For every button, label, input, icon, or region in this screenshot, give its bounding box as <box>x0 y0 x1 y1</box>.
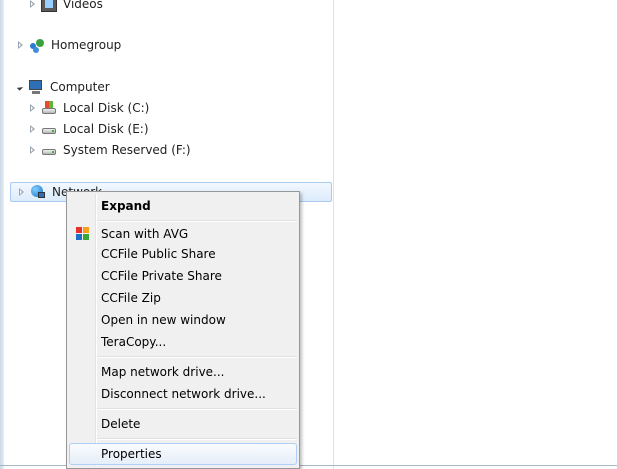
tree-item-label: System Reserved (F:) <box>63 143 191 157</box>
menu-separator <box>97 408 297 410</box>
menu-item-ccfile-zip[interactable]: CCFile Zip <box>69 287 297 309</box>
expand-arrow-icon[interactable] <box>19 188 24 196</box>
hard-drive-icon <box>41 142 57 158</box>
tree-item-local-disk-c[interactable]: Local Disk (C:) <box>30 98 149 118</box>
menu-separator <box>97 220 297 222</box>
tree-item-computer[interactable]: Computer <box>16 77 110 97</box>
menu-separator <box>97 438 297 440</box>
tree-item-homegroup[interactable]: Homegroup <box>18 35 121 55</box>
menu-item-label: CCFile Public Share <box>101 247 216 261</box>
menu-item-map-network-drive[interactable]: Map network drive... <box>69 361 297 383</box>
tree-item-videos[interactable]: Videos <box>30 0 103 14</box>
menu-item-disconnect-network-drive[interactable]: Disconnect network drive... <box>69 383 297 405</box>
menu-item-label: CCFile Private Share <box>101 269 222 283</box>
menu-item-expand[interactable]: Expand <box>69 195 297 217</box>
context-menu[interactable]: Expand Scan with AVG CCFile Public Share… <box>66 191 300 469</box>
menu-item-scan-avg[interactable]: Scan with AVG <box>69 223 297 245</box>
homegroup-icon <box>29 37 45 53</box>
menu-item-label: Open in new window <box>101 313 226 327</box>
computer-icon <box>28 79 44 95</box>
menu-item-label: Expand <box>101 199 151 213</box>
menu-item-open-new-window[interactable]: Open in new window <box>69 309 297 331</box>
collapse-arrow-icon[interactable] <box>16 83 24 91</box>
menu-item-ccfile-private[interactable]: CCFile Private Share <box>69 265 297 287</box>
hard-drive-icon <box>41 121 57 137</box>
expand-arrow-icon[interactable] <box>18 41 23 49</box>
avg-icon <box>76 227 89 240</box>
menu-item-label: Scan with AVG <box>101 227 189 241</box>
system-drive-icon <box>41 100 57 116</box>
menu-item-label: Disconnect network drive... <box>101 387 266 401</box>
tree-item-label: Homegroup <box>51 38 122 52</box>
tree-item-system-reserved-f[interactable]: System Reserved (F:) <box>30 140 191 160</box>
menu-item-delete[interactable]: Delete <box>69 413 297 435</box>
menu-item-ccfile-public[interactable]: CCFile Public Share <box>69 243 297 265</box>
menu-item-label: Map network drive... <box>101 365 225 379</box>
video-folder-icon <box>41 0 57 12</box>
content-pane[interactable] <box>334 0 617 469</box>
expand-arrow-icon[interactable] <box>30 125 35 133</box>
menu-item-teracopy[interactable]: TeraCopy... <box>69 331 297 353</box>
expand-arrow-icon[interactable] <box>30 0 35 8</box>
tree-item-label: Computer <box>50 80 110 94</box>
network-icon <box>30 184 46 200</box>
tree-item-local-disk-e[interactable]: Local Disk (E:) <box>30 119 149 139</box>
menu-separator <box>97 356 297 358</box>
menu-item-label: TeraCopy... <box>101 335 167 349</box>
expand-arrow-icon[interactable] <box>30 104 35 112</box>
tree-item-label: Local Disk (E:) <box>63 122 149 136</box>
menu-item-properties[interactable]: Properties <box>69 443 297 465</box>
menu-item-label: CCFile Zip <box>101 291 161 305</box>
menu-item-label: Properties <box>101 447 162 461</box>
menu-item-label: Delete <box>101 417 141 431</box>
tree-item-label: Videos <box>63 0 103 11</box>
tree-item-label: Local Disk (C:) <box>63 101 150 115</box>
expand-arrow-icon[interactable] <box>30 146 35 154</box>
